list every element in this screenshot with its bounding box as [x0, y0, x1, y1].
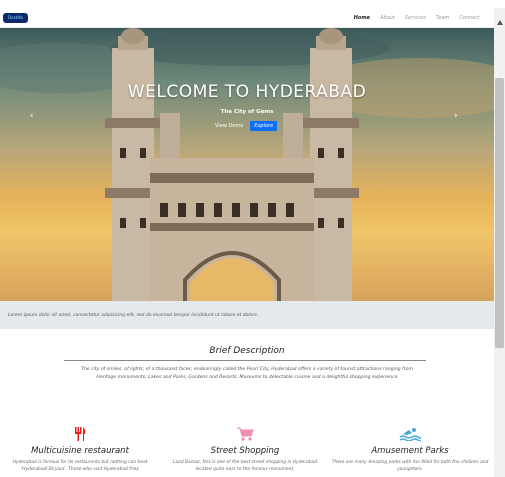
charminar-image	[0, 28, 494, 301]
feature-text: Laad Bazaar, this is one of the best str…	[173, 460, 317, 472]
nav-connect[interactable]: Connect	[459, 15, 480, 21]
nav-services[interactable]: Services	[405, 15, 426, 21]
nav-about[interactable]: About	[380, 15, 395, 21]
hero-title: WELCOME TO HYDERABAD	[127, 82, 367, 102]
hero-carousel: WELCOME TO HYDERABAD The City of Gems Vi…	[0, 28, 494, 301]
feature-amusement: Amusement Parks There are many Amazing p…	[330, 425, 490, 473]
description-title: Brief Description	[209, 346, 285, 356]
restaurant-icon	[0, 425, 160, 443]
shopping-cart-icon	[165, 425, 325, 443]
carousel-prev-icon[interactable]: ‹	[30, 111, 34, 121]
scroll-thumb[interactable]	[495, 78, 504, 348]
caption-text: Lorem ipsum dolor sit amet, consectetur …	[8, 312, 260, 318]
nav-links: Home About Services Team Connect	[354, 15, 480, 21]
scroll-up-icon[interactable]	[497, 20, 503, 25]
nav-home[interactable]: Home	[354, 15, 370, 21]
feature-text: There are many Amazing parks with fun fi…	[331, 460, 489, 472]
swimmer-icon	[330, 425, 490, 443]
carousel-next-icon[interactable]: ›	[454, 111, 458, 121]
brand-logo[interactable]: DestHb	[3, 12, 28, 23]
view-demo-button[interactable]: View Demo	[212, 121, 246, 131]
feature-title: Street Shopping	[210, 446, 280, 456]
feature-shopping: Street Shopping Laad Bazaar, this is one…	[165, 425, 325, 473]
description-text: The city of smiles, of lights, of a thou…	[81, 367, 413, 380]
hero-buttons: View Demo Explore	[212, 121, 278, 131]
feature-restaurant: Multicuisine restaurant Hyderabad is fam…	[0, 425, 160, 473]
feature-title: Multicuisine restaurant	[31, 446, 129, 456]
explore-button[interactable]: Explore	[250, 121, 278, 131]
hero-subtitle: The City of Gems	[220, 109, 274, 115]
page-scrollbar[interactable]	[494, 8, 505, 477]
navbar: DestHb Home About Services Team Connect	[0, 8, 494, 28]
description-divider	[64, 360, 426, 361]
nav-team[interactable]: Team	[436, 15, 449, 21]
caption-bar: Lorem ipsum dolor sit amet, consectetur …	[0, 301, 494, 329]
feature-title: Amusement Parks	[371, 446, 449, 456]
feature-text: Hyderabad is famous for its restaurants …	[12, 460, 148, 472]
